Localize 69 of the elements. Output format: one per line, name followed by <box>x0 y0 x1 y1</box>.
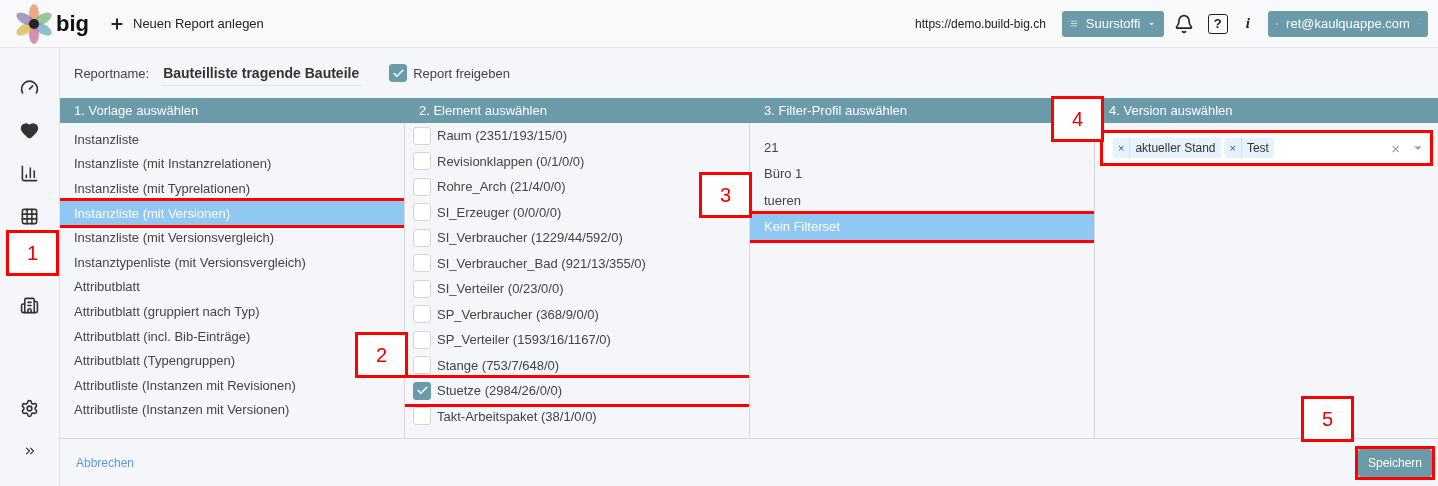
step-number: 2 <box>355 332 408 378</box>
element-checkbox[interactable] <box>413 254 431 273</box>
help-button[interactable]: ? <box>1207 13 1228 34</box>
settings-icon[interactable] <box>20 399 39 418</box>
element-label: SI_Verbraucher_Bad (921/13/355/0) <box>437 255 646 271</box>
template-item[interactable]: Attributliste (Instanzen mit Revisionen) <box>60 372 306 398</box>
notification-bell-icon[interactable] <box>1173 13 1194 34</box>
release-checkbox[interactable] <box>389 64 408 82</box>
logo-text: big <box>56 10 89 37</box>
template-item[interactable]: Instanzliste <box>60 127 150 152</box>
reportname-label: Reportname: <box>74 65 150 81</box>
url-text: https://demo.build-big.ch <box>915 16 1046 31</box>
template-item[interactable]: Attributblatt (gruppiert nach Typ) <box>60 299 270 324</box>
new-report-link[interactable]: Neuen Report anlegen <box>109 15 264 32</box>
step-number: 4 <box>1051 96 1104 142</box>
building-icon[interactable] <box>20 296 39 315</box>
template-item[interactable]: Attributblatt (Typengruppen) <box>60 348 246 373</box>
element-checkbox[interactable] <box>413 152 431 171</box>
element-label: Stange (753/7/648/0) <box>437 357 560 373</box>
element-label: Takt-Arbeitspaket (38/1/0/0) <box>437 408 597 424</box>
filter-profile-item[interactable]: 21 <box>750 134 789 161</box>
element-checkbox[interactable] <box>413 330 431 349</box>
bar-chart-icon[interactable] <box>20 164 39 183</box>
version-tag: × aktueller Stand <box>1113 138 1221 158</box>
flower-logo-icon <box>14 3 54 44</box>
column-header: 1. Vorlage auswählen <box>60 98 405 123</box>
step-number: 5 <box>1301 396 1354 442</box>
element-checkbox[interactable] <box>413 305 431 324</box>
template-item[interactable]: Attributblatt <box>60 274 150 300</box>
template-item[interactable]: Instanzliste (mit Instanzrelationen) <box>60 151 282 177</box>
step-number: 3 <box>699 172 752 218</box>
template-item[interactable]: Attributblatt (incl. Bib-Einträge) <box>60 323 261 349</box>
template-item[interactable]: Attributliste (Instanzen mit Versionen) <box>60 397 300 423</box>
element-checkbox[interactable] <box>413 381 431 400</box>
heart-icon[interactable] <box>20 121 39 140</box>
column-header: 2. Element auswählen <box>405 98 750 123</box>
element-label: Raum (2351/193/15/0) <box>437 128 568 144</box>
element-label: SI_Verbraucher (1229/44/592/0) <box>437 230 623 246</box>
plus-icon <box>109 15 125 32</box>
element-checkbox[interactable] <box>413 279 431 298</box>
element-label: Stuetze (2984/26/0/0) <box>437 383 563 399</box>
template-item[interactable]: Instanztypenliste (mit Versionsvergleich) <box>60 249 316 275</box>
check-icon <box>391 66 405 80</box>
reportname-field[interactable]: Bauteilliste tragende Bauteile <box>161 60 362 86</box>
element-label: SI_Verteiler (0/23/0/0) <box>437 281 564 297</box>
element-checkbox[interactable] <box>413 126 431 145</box>
step-number: 1 <box>6 230 59 276</box>
version-select[interactable]: × aktueller Stand × Test × <box>1103 133 1430 163</box>
info-button[interactable]: i <box>1239 14 1256 33</box>
element-label: Rohre_Arch (21/4/0/0) <box>437 179 566 195</box>
template-item[interactable]: Instanzliste (mit Versionsvergleich) <box>60 225 285 250</box>
gauge-icon[interactable] <box>20 78 39 97</box>
remove-tag-button[interactable]: × <box>1113 138 1131 158</box>
element-checkbox[interactable] <box>413 407 431 426</box>
element-checkbox[interactable] <box>413 177 431 196</box>
template-item[interactable]: Instanzliste (mit Typrelationen) <box>60 176 261 201</box>
element-checkbox[interactable] <box>413 228 431 247</box>
element-label: SP_Verteiler (1593/16/1167/0) <box>437 332 611 348</box>
grid-icon[interactable] <box>20 207 39 226</box>
element-label: SP_Verbraucher (368/9/0/0) <box>437 306 599 322</box>
element-checkbox[interactable] <box>413 203 431 222</box>
release-label: Report freigeben <box>413 65 510 81</box>
remove-tag-button[interactable]: × <box>1224 138 1242 158</box>
filter-profile-item[interactable]: Büro 1 <box>750 160 813 187</box>
filter-profile-item[interactable]: tueren <box>750 187 811 214</box>
version-tag: × Test <box>1224 138 1274 158</box>
element-label: Revisionklappen (0/1/0/0) <box>437 153 585 169</box>
element-label: SI_Erzeuger (0/0/0/0) <box>437 204 562 220</box>
element-checkbox[interactable] <box>413 356 431 375</box>
